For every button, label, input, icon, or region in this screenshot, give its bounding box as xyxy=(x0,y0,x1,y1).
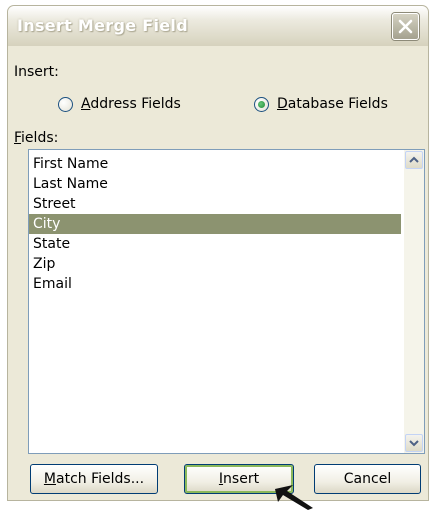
list-item[interactable]: First Name xyxy=(29,154,401,174)
vertical-scrollbar[interactable] xyxy=(404,150,424,453)
list-item[interactable]: Last Name xyxy=(29,174,401,194)
fields-listbox[interactable]: First Name Last Name Street City State Zip Ema… xyxy=(28,149,425,454)
radio-selected-dot xyxy=(258,100,265,108)
fields-list: First Name Last Name Street City State Zip Ema… xyxy=(29,154,401,294)
scroll-down-button[interactable] xyxy=(405,434,423,452)
chevron-up-icon xyxy=(409,156,419,163)
radio-button[interactable] xyxy=(254,96,269,112)
insert-merge-field-dialog: Insert Merge Field Insert: Address Field… xyxy=(8,6,428,500)
chevron-down-icon xyxy=(409,440,419,447)
radio-address-fields[interactable]: Address Fields xyxy=(58,94,181,114)
fields-label: Fields: xyxy=(14,130,59,146)
dialog-title: Insert Merge Field xyxy=(17,16,188,35)
radio-button[interactable] xyxy=(58,96,73,112)
mouse-pointer-icon xyxy=(275,485,313,510)
insert-label: Insert: xyxy=(14,64,59,80)
list-item[interactable]: Street xyxy=(29,194,401,214)
list-item[interactable]: Zip xyxy=(29,254,401,274)
radio-label: Database Fields xyxy=(277,96,388,112)
list-item[interactable]: Email xyxy=(29,274,401,294)
match-fields-button[interactable]: Match Fields... xyxy=(30,464,158,494)
cancel-button[interactable]: Cancel xyxy=(314,464,421,494)
close-button[interactable] xyxy=(392,13,419,40)
title-bar[interactable]: Insert Merge Field xyxy=(8,6,428,46)
close-icon xyxy=(398,19,413,34)
list-item[interactable]: State xyxy=(29,234,401,254)
scroll-up-button[interactable] xyxy=(405,151,423,169)
radio-label: Address Fields xyxy=(81,96,181,112)
list-item[interactable]: City xyxy=(29,214,401,234)
radio-database-fields[interactable]: Database Fields xyxy=(254,94,388,114)
